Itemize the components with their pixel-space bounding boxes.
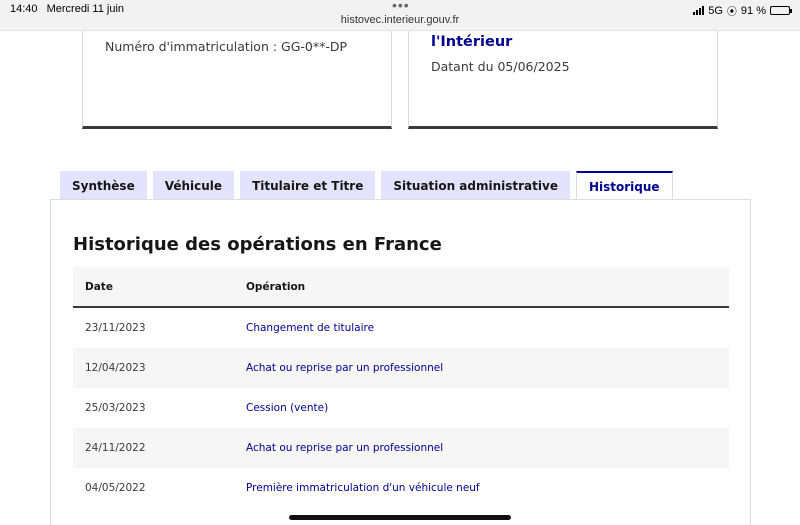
report-date: Datant du 05/06/2025 — [431, 59, 570, 74]
status-bar: 14:40 Mercredi 11 juin ••• histovec.inte… — [0, 0, 800, 31]
battery-percent: 91 % — [740, 4, 766, 17]
table-row: 24/11/2022 Achat ou reprise par un profe… — [73, 428, 729, 468]
signal-icon — [693, 6, 705, 15]
column-header-date: Date — [85, 280, 113, 293]
row-operation: Achat ou reprise par un professionnel — [246, 362, 444, 374]
registration-card: Numéro d'immatriculation : GG-0**-DP — [82, 31, 392, 129]
page-title: Historique des opérations en France — [73, 234, 442, 255]
table-row: 04/05/2022 Première immatriculation d'un… — [73, 468, 729, 508]
address-bar[interactable]: histovec.interieur.gouv.fr — [0, 14, 800, 26]
table-row: 25/03/2023 Cession (vente) — [73, 388, 729, 428]
history-panel: Historique des opérations en France Date… — [50, 199, 751, 525]
row-date: 04/05/2022 — [85, 482, 146, 494]
row-date: 23/11/2023 — [85, 322, 146, 334]
row-date: 25/03/2023 — [85, 402, 146, 414]
battery-icon — [770, 6, 792, 15]
row-operation: Achat ou reprise par un professionnel — [246, 442, 444, 454]
table-row: 23/11/2023 Changement de titulaire — [73, 308, 729, 348]
tab-historique[interactable]: Historique — [575, 171, 673, 200]
row-date: 24/11/2022 — [85, 442, 146, 454]
location-icon: ⦿ — [726, 7, 737, 18]
row-operation: Changement de titulaire — [246, 322, 375, 334]
column-header-operation: Opération — [246, 280, 306, 293]
tab-vehicule[interactable]: Véhicule — [152, 171, 235, 199]
tab-titulaire-et-titre[interactable]: Titulaire et Titre — [240, 171, 376, 199]
status-indicators: 5G ⦿ 91 % — [693, 3, 792, 18]
table-row: 12/04/2023 Achat ou reprise par un profe… — [73, 348, 729, 388]
report-card: l'Intérieur Datant du 05/06/2025 — [408, 31, 718, 129]
registration-number: Numéro d'immatriculation : GG-0**-DP — [105, 39, 348, 54]
tab-synthese[interactable]: Synthèse — [60, 171, 147, 199]
home-indicator[interactable] — [289, 515, 511, 520]
table-header: Date Opération — [73, 267, 729, 308]
row-date: 12/04/2023 — [85, 362, 146, 374]
row-operation: Première immatriculation d'un véhicule n… — [246, 482, 480, 494]
multitask-dots-icon[interactable]: ••• — [392, 0, 410, 13]
tab-situation-administrative[interactable]: Situation administrative — [381, 171, 570, 199]
row-operation: Cession (vente) — [246, 402, 329, 414]
network-label: 5G — [708, 4, 723, 17]
history-table: Date Opération 23/11/2023 Changement de … — [73, 267, 729, 508]
report-authority: l'Intérieur — [431, 34, 513, 50]
tab-bar: Synthèse Véhicule Titulaire et Titre Sit… — [60, 171, 673, 200]
